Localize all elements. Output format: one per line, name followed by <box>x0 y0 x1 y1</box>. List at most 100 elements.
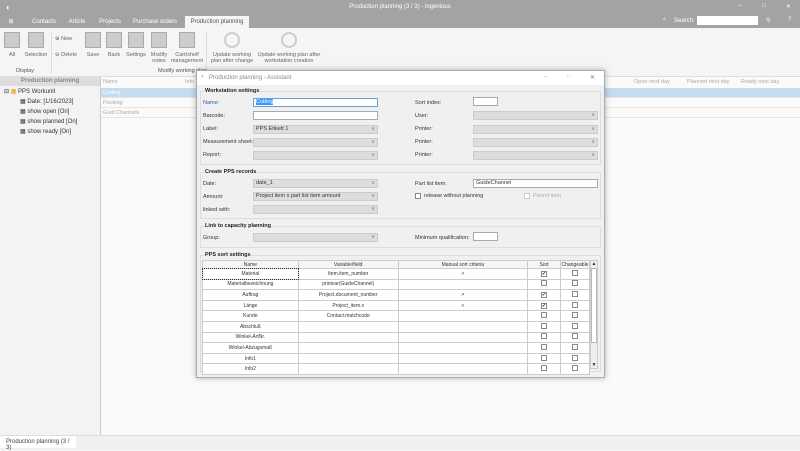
cell-field[interactable]: Contact.matchcode <box>297 310 399 322</box>
report-select[interactable]: ∨ <box>253 151 378 160</box>
changeable-checkbox[interactable] <box>571 354 578 361</box>
cell-criteria[interactable] <box>397 310 529 322</box>
status-tab[interactable]: Production planning (3 / 3) <box>0 436 76 451</box>
close-button[interactable]: ✕ <box>786 3 791 10</box>
maximize-button[interactable]: □ <box>762 3 766 9</box>
sort-checkbox[interactable] <box>541 343 548 350</box>
parent-item-checkbox[interactable] <box>524 193 530 199</box>
cell-criteria[interactable] <box>397 363 529 375</box>
changeable-checkbox[interactable] <box>571 301 578 308</box>
save-button[interactable]: Save <box>85 32 101 58</box>
settings-button[interactable]: Settings <box>126 32 146 58</box>
column-header[interactable]: Sort <box>527 260 561 269</box>
sort-checkbox[interactable] <box>541 322 548 329</box>
cell-name[interactable]: Abschluß <box>202 320 299 333</box>
changeable-checkbox[interactable] <box>571 269 578 276</box>
table-scrollbar[interactable]: ▲ ▼ <box>590 260 598 369</box>
collapse-ribbon-icon[interactable]: ^ <box>663 18 666 24</box>
cell-name[interactable]: Info1 <box>202 352 299 365</box>
column-header[interactable]: Changeable <box>559 260 591 269</box>
printer-select-1[interactable]: ∨ <box>473 125 598 134</box>
sort-checkbox[interactable] <box>541 354 548 361</box>
cell-name[interactable]: Auftrag <box>202 289 299 301</box>
col-header[interactable]: Name <box>103 79 118 85</box>
tree-item-workunit[interactable]: ⊟ ▦ PPS Workunit <box>4 88 55 95</box>
sort-checkbox[interactable] <box>541 365 548 372</box>
selection-button[interactable]: Selection <box>24 32 48 58</box>
cell-criteria[interactable]: > <box>397 268 529 280</box>
tab-production-planning[interactable]: Production planning <box>185 16 249 28</box>
tree-item-open[interactable]: ▦ show open [On] <box>20 108 69 115</box>
menu-icon[interactable]: ⊞ <box>4 16 18 28</box>
sort-checkbox[interactable]: ✔ <box>541 291 548 298</box>
cell-name[interactable]: Winkel-ArtNr. <box>202 331 299 344</box>
cell-field[interactable] <box>297 320 399 333</box>
changeable-checkbox[interactable] <box>571 322 578 329</box>
dialog-close-button[interactable]: ✕ <box>590 74 595 81</box>
cell-name[interactable]: Kunde <box>202 310 299 322</box>
table-row[interactable]: Winkel-ArtNr. <box>202 331 591 344</box>
tree-item-ready[interactable]: ▦ show ready [On] <box>20 128 71 135</box>
cell-field[interactable]: printvar(GuideChannel) <box>297 278 399 291</box>
cell-criteria[interactable] <box>397 278 529 291</box>
sort-checkbox[interactable] <box>541 280 548 287</box>
cell-name[interactable]: Material <box>201 267 300 281</box>
update-plan-change-button[interactable]: Update working plan after change <box>210 32 254 64</box>
cell-criteria[interactable] <box>397 342 529 354</box>
changeable-checkbox[interactable] <box>571 312 578 319</box>
changeable-checkbox[interactable] <box>571 333 578 340</box>
tree-item-planned[interactable]: ▦ show planned [On] <box>20 118 77 125</box>
table-row[interactable]: Auftrag Project.document_number > ✔ <box>202 289 591 301</box>
all-button[interactable]: All <box>4 32 20 58</box>
cart-shelf-button[interactable]: Cart/shelf management <box>170 32 204 64</box>
name-input[interactable]: Cutting <box>253 98 378 107</box>
scroll-up-icon[interactable]: ▲ <box>591 261 597 268</box>
cell-criteria[interactable]: > <box>397 289 529 301</box>
changeable-checkbox[interactable] <box>571 280 578 287</box>
table-row[interactable]: Info2 <box>202 363 591 375</box>
cell-field[interactable]: Item.item_number <box>297 268 399 280</box>
cell-criteria[interactable] <box>397 352 529 365</box>
part-list-item-input[interactable]: GuideChannel <box>473 179 598 188</box>
tab-purchase-orders[interactable]: Purchase orders <box>130 16 180 28</box>
cell-field[interactable]: Project.document_number <box>297 289 399 301</box>
changeable-checkbox[interactable] <box>571 365 578 372</box>
cell-criteria[interactable]: < <box>397 299 529 312</box>
new-button[interactable]: ⊕ New <box>55 36 72 42</box>
help-button[interactable]: ? <box>788 17 791 23</box>
col-header[interactable]: Ready next day <box>741 79 779 85</box>
scroll-thumb[interactable] <box>591 268 597 343</box>
delete-button[interactable]: ⊖ Delete <box>55 52 77 58</box>
table-row[interactable]: Winkel-Abzugsmaß <box>202 342 591 354</box>
scroll-down-icon[interactable]: ▼ <box>591 362 597 368</box>
cell-criteria[interactable] <box>397 320 529 333</box>
min-qualification-input[interactable] <box>473 232 498 241</box>
cell-field[interactable] <box>297 331 399 344</box>
cell-field[interactable] <box>297 342 399 354</box>
changeable-checkbox[interactable] <box>571 290 578 297</box>
table-row[interactable]: Abschluß <box>202 320 591 333</box>
dialog-maximize-button[interactable]: □ <box>567 74 571 80</box>
column-header[interactable]: Variable/field <box>297 260 399 269</box>
sort-checkbox[interactable] <box>541 333 548 340</box>
cell-name[interactable]: Info2 <box>202 363 299 375</box>
dialog-minimize-button[interactable]: – <box>544 74 547 80</box>
cell-criteria[interactable] <box>397 331 529 344</box>
binoculars-icon[interactable]: ⚲ <box>766 17 770 24</box>
cell-name[interactable]: Länge <box>202 299 299 312</box>
table-row[interactable]: Kunde Contact.matchcode <box>202 310 591 322</box>
table-row[interactable]: Material Item.item_number > ✔ <box>201 267 591 281</box>
col-header[interactable]: Planned next day <box>687 79 730 85</box>
printer-select-3[interactable]: ∨ <box>473 151 598 160</box>
tab-article[interactable]: Article <box>63 16 91 28</box>
changeable-checkbox[interactable] <box>571 343 578 350</box>
user-select[interactable]: ∨ <box>473 111 598 120</box>
sort-checkbox[interactable]: ✔ <box>541 302 548 309</box>
printer-select-2[interactable]: ∨ <box>473 138 598 147</box>
tree-item-date[interactable]: ▦ Date: [1/16/2023] <box>20 98 73 105</box>
group-select[interactable]: ∨ <box>253 233 378 242</box>
sort-checkbox[interactable]: ✔ <box>541 270 548 277</box>
col-header[interactable]: Open next day <box>634 79 670 85</box>
column-header[interactable]: Name <box>202 260 299 269</box>
update-plan-workstation-button[interactable]: Update working plan after workstation cr… <box>256 32 322 64</box>
